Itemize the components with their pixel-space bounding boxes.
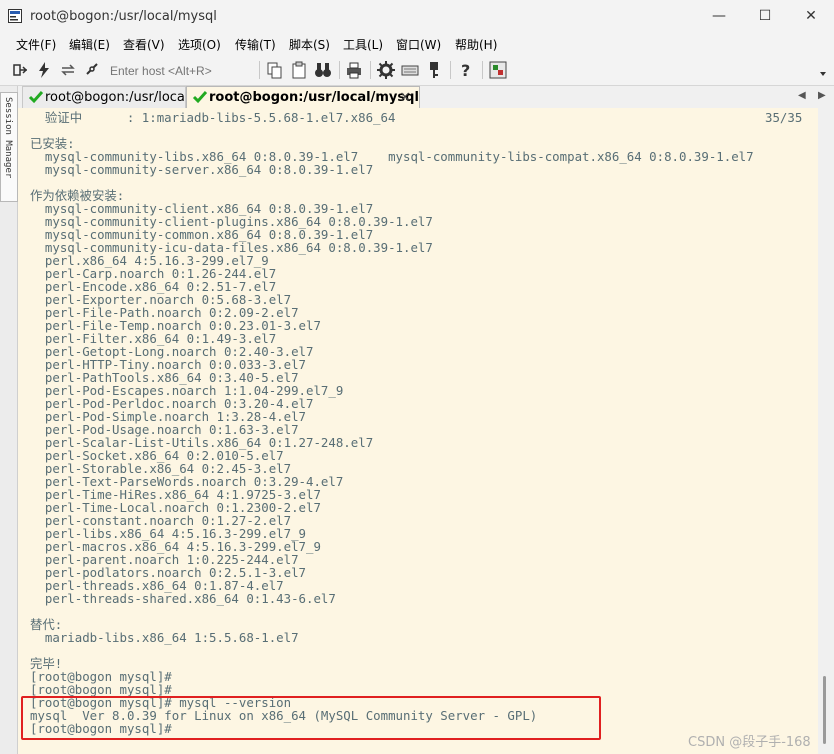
menu-edit[interactable]: 编辑(E) <box>69 36 110 53</box>
settings-gear-icon[interactable] <box>376 60 396 80</box>
menu-bar: 文件(F) 编辑(E) 查看(V) 选项(O) 传输(T) 脚本(S) 工具(L… <box>0 33 834 55</box>
copy-icon[interactable] <box>265 60 285 80</box>
terminal-line: mysql-community-server.x86_64 0:8.0.39-1… <box>30 162 374 177</box>
tab-close-button[interactable]: × <box>399 87 411 108</box>
tab-root-usr-local-mysql[interactable]: root@bogon:/usr/local/mysql × <box>186 86 420 108</box>
print-icon[interactable] <box>344 60 364 80</box>
window-title: root@bogon:/usr/local/mysql <box>30 9 217 24</box>
session-manager-label: Session Manager <box>3 97 13 179</box>
tab-root-usr-local[interactable]: root@bogon:/usr/local <box>22 86 189 108</box>
session-tab-bar: root@bogon:/usr/local root@bogon:/usr/lo… <box>18 86 834 108</box>
highlight-box <box>21 696 601 740</box>
find-binoculars-icon[interactable] <box>313 60 333 80</box>
help-icon[interactable]: ? <box>456 60 476 80</box>
app-icon <box>8 9 22 23</box>
menu-script[interactable]: 脚本(S) <box>289 36 330 53</box>
tab-scroll-right-icon[interactable]: ▶ <box>818 90 826 101</box>
terminal-line: mariadb-libs.x86_64 1:5.5.68-1.el7 <box>30 630 299 645</box>
session-manager-tab[interactable]: Session Manager <box>0 92 18 202</box>
minimize-button[interactable]: — <box>696 4 742 28</box>
toolbar-divider <box>370 61 371 79</box>
watermark: CSDN @段子手-168 <box>688 735 811 750</box>
toolbar-divider <box>339 61 340 79</box>
terminal-output[interactable]: 验证中 : 1:mariadb-libs-5.5.68-1.el7.x86_64… <box>18 108 818 754</box>
terminal-scrollbar[interactable] <box>818 108 834 754</box>
menu-window[interactable]: 窗口(W) <box>396 36 441 53</box>
sftp-app-icon[interactable] <box>488 60 508 80</box>
toolbar-divider <box>259 61 260 79</box>
menu-file[interactable]: 文件(F) <box>16 36 56 53</box>
enter-host-input[interactable] <box>108 62 260 80</box>
toolbar-divider <box>482 61 483 79</box>
terminal-line: perl-threads-shared.x86_64 0:1.43-6.el7 <box>30 591 336 606</box>
tab-label: root@bogon:/usr/local/mysql <box>209 90 419 105</box>
quick-connect-lightning-icon[interactable] <box>34 60 54 80</box>
title-bar[interactable]: root@bogon:/usr/local/mysql — ☐ ✕ <box>0 0 834 33</box>
install-progress: 35/35 <box>765 110 803 125</box>
reconnect-icon[interactable] <box>58 60 78 80</box>
tab-scroll-left-icon[interactable]: ◀ <box>798 90 806 101</box>
connect-icon[interactable] <box>10 60 30 80</box>
paste-icon[interactable] <box>289 60 309 80</box>
menu-tools[interactable]: 工具(L) <box>343 36 383 53</box>
key-agent-icon[interactable] <box>424 60 444 80</box>
menu-transfer[interactable]: 传输(T) <box>235 36 276 53</box>
keymap-keyboard-icon[interactable] <box>400 60 420 80</box>
terminal-line: 验证中 : 1:mariadb-libs-5.5.68-1.el7.x86_64 <box>30 110 396 125</box>
toolbar-overflow-chevron-icon[interactable] <box>818 69 828 79</box>
menu-view[interactable]: 查看(V) <box>123 36 165 53</box>
svg-text:?: ? <box>461 61 470 80</box>
scrollbar-thumb[interactable] <box>823 676 826 744</box>
maximize-button[interactable]: ☐ <box>742 4 788 28</box>
connected-check-icon <box>192 91 208 104</box>
toolbar: ? <box>0 55 834 86</box>
connected-check-icon <box>28 91 44 104</box>
toolbar-divider <box>450 61 451 79</box>
menu-options[interactable]: 选项(O) <box>178 36 221 53</box>
tab-label: root@bogon:/usr/local <box>45 90 189 105</box>
menu-help[interactable]: 帮助(H) <box>455 36 497 53</box>
disconnect-icon[interactable] <box>82 60 102 80</box>
close-window-button[interactable]: ✕ <box>788 4 834 28</box>
